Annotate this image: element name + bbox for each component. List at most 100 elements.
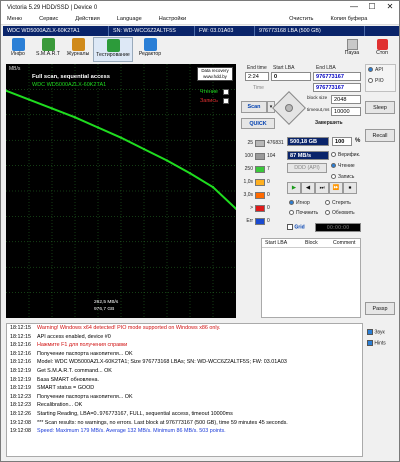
- done-action-label[interactable]: Завершить: [315, 120, 343, 126]
- speed-point: [119, 136, 123, 139]
- speed-point: [165, 159, 169, 162]
- stop-label: Стоп: [376, 50, 388, 56]
- rewind-button[interactable]: ◀: [301, 182, 315, 194]
- hints-checkbox[interactable]: Hints: [367, 340, 386, 346]
- end-lba-field[interactable]: 976773167: [313, 72, 361, 81]
- end-lba-field-2[interactable]: 976773167: [313, 83, 361, 92]
- nav-center-icon[interactable]: [285, 104, 293, 112]
- stop-icon: [376, 39, 388, 50]
- write-checkbox[interactable]: [223, 98, 229, 104]
- pio-label: PIO: [375, 78, 384, 84]
- device-model: WDC WD5000AZLX-60K2TA1: [3, 26, 109, 36]
- log-row: 18:12:15 Warning! Windows x64 detected! P…: [7, 324, 362, 333]
- pause-icon: [346, 39, 358, 50]
- sound-label: Звук: [374, 329, 385, 336]
- passp-button[interactable]: Passp: [365, 302, 395, 315]
- sound-checkbox[interactable]: Звук: [367, 329, 385, 335]
- log-message: База SMART обновлена.: [37, 376, 100, 383]
- minimize-button[interactable]: —: [345, 1, 363, 14]
- skip-forward-button[interactable]: ⏭: [315, 182, 329, 194]
- log-time: 18:12:19: [10, 367, 31, 374]
- badge-line2: www.hdd.by: [203, 74, 227, 79]
- error-table[interactable]: Start LBA Block Comment: [261, 238, 361, 318]
- verify-radio[interactable]: Верифик.: [331, 152, 360, 158]
- log-message: Get S.M.A.R.T. command... OK: [37, 367, 112, 374]
- maximize-button[interactable]: ☐: [363, 1, 381, 14]
- timeout-field[interactable]: 10000: [331, 107, 361, 116]
- col-block[interactable]: Block: [302, 239, 330, 247]
- start-lba-field[interactable]: 0: [271, 72, 311, 81]
- log-row: 18:12:16 Получение паспорта накопителя...…: [7, 350, 362, 359]
- tab-editor-label: Редактор: [138, 51, 162, 57]
- end-time-field[interactable]: 2:24: [245, 72, 269, 81]
- menu-bar: Меню Сервис Действия Language Настройки …: [1, 14, 399, 25]
- recall-button[interactable]: Recall: [365, 129, 395, 142]
- tab-testing[interactable]: Тестирование: [93, 37, 133, 62]
- close-button[interactable]: ✕: [381, 1, 399, 14]
- graph-device: WDC WD5000AZLX-60K2TA1: [32, 82, 107, 88]
- tab-info[interactable]: Инфо: [3, 37, 33, 62]
- graph-write-label: Запись: [199, 98, 218, 104]
- write-radio[interactable]: Запись: [331, 174, 354, 180]
- tab-journals[interactable]: Журналы: [63, 37, 93, 62]
- scan-button[interactable]: Scan: [241, 101, 267, 113]
- block-ms-25: 25: [247, 140, 253, 146]
- tab-smart[interactable]: S.M.A.R.T: [33, 37, 63, 62]
- pause-button[interactable]: Пауза: [339, 37, 365, 56]
- speed-graph[interactable]: MB/s Full scan, sequential access WDC WD…: [6, 64, 236, 318]
- menu-item-clear[interactable]: Очистить: [283, 14, 324, 24]
- block-count-250: 7: [267, 166, 270, 172]
- block-size-field[interactable]: 2048: [331, 95, 361, 104]
- log-time: 18:12:16: [10, 350, 31, 357]
- speed-point: [211, 185, 215, 189]
- quick-button[interactable]: QUICK: [241, 118, 275, 129]
- percent-sign: %: [355, 138, 361, 144]
- error-table-header: Start LBA Block Comment: [262, 239, 360, 248]
- log-row: 19:12:08 Speed: Maximum 179 MB/s. Average…: [7, 427, 362, 436]
- block-color-swatch: [255, 179, 265, 186]
- current-speed: 262,5 MB/s: [94, 300, 119, 305]
- refresh-radio[interactable]: Обновить: [325, 210, 355, 216]
- read-checkbox[interactable]: [223, 89, 229, 95]
- stop-button[interactable]: Стоп: [369, 37, 395, 56]
- menu-item-copy-buffer[interactable]: Копия буфера: [324, 14, 378, 24]
- hints-label: Hints: [374, 340, 386, 347]
- col-start-lba[interactable]: Start LBA: [262, 239, 302, 247]
- block-count-1s: 0: [267, 179, 270, 185]
- api-radio[interactable]: API: [368, 67, 383, 73]
- speed-point: [96, 126, 100, 129]
- read-radio[interactable]: Чтение: [331, 163, 355, 169]
- menu-item-menu[interactable]: Меню: [1, 14, 33, 24]
- block-ms-100: 100: [244, 153, 253, 159]
- erase-radio[interactable]: Стереть: [325, 200, 351, 206]
- ignore-label: Игнор: [296, 200, 310, 206]
- skip-end-button[interactable]: ⏩: [329, 182, 343, 194]
- ddd-api-button[interactable]: DDD (API): [287, 163, 327, 173]
- ignore-radio[interactable]: Игнор: [289, 200, 310, 206]
- grid-checkbox[interactable]: Grid: [287, 224, 305, 230]
- menu-item-language[interactable]: Language: [111, 14, 153, 24]
- menu-item-settings[interactable]: Настройки: [153, 14, 197, 24]
- event-log[interactable]: 18:12:15 Warning! Windows x64 detected! P…: [6, 323, 363, 457]
- pio-radio[interactable]: PIO: [368, 78, 384, 84]
- log-time: 18:12:16: [10, 342, 31, 349]
- sleep-button[interactable]: Sleep: [365, 101, 395, 114]
- block-ms-3s: 3,0s: [243, 192, 253, 198]
- tab-editor[interactable]: Редактор: [133, 37, 167, 62]
- menu-item-service[interactable]: Сервис: [33, 14, 69, 24]
- end-button[interactable]: ⏹: [343, 182, 357, 194]
- api-radio-dot: [368, 67, 373, 73]
- remap-radio[interactable]: Починить: [289, 210, 318, 216]
- log-row: 18:12:23 Recalibration... OK: [7, 401, 362, 410]
- device-bar[interactable]: WDC WD5000AZLX-60K2TA1 SN: WD-WCC6Z2ALTF…: [3, 26, 399, 36]
- play-button[interactable]: ▶: [287, 182, 301, 194]
- block-ms-250: 250: [244, 166, 253, 172]
- hints-checkbox-box: [367, 340, 373, 346]
- speed-point: [73, 116, 77, 119]
- col-comment[interactable]: Comment: [330, 239, 356, 247]
- log-message: SMART status = GOOD: [37, 385, 95, 392]
- log-time: 19:12:08: [10, 419, 31, 426]
- log-time: 18:12:23: [10, 393, 31, 400]
- journal-icon: [71, 38, 85, 51]
- menu-item-actions[interactable]: Действия: [69, 14, 111, 24]
